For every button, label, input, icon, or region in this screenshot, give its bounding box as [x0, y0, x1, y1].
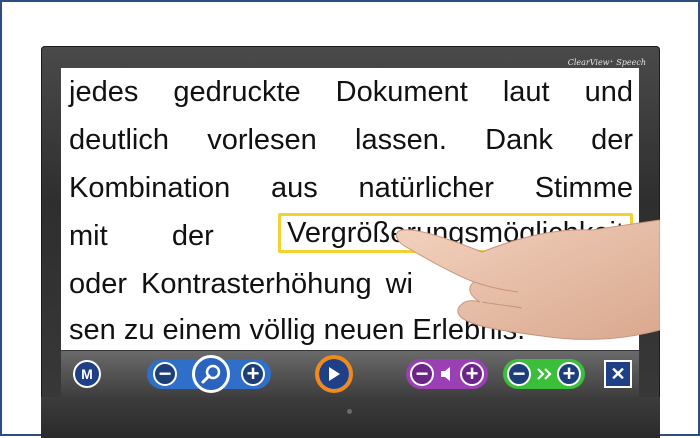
word: Kontrasterhöhung	[141, 268, 372, 300]
speaker-glyph	[441, 367, 450, 381]
word: der	[171, 220, 214, 252]
plus-icon: +	[562, 361, 576, 386]
zoom-in-button[interactable]: +	[241, 362, 265, 386]
plus-icon: +	[246, 361, 260, 386]
word: Stimme	[534, 172, 633, 204]
chevrons-icon	[537, 368, 552, 380]
page-frame: ClearView⁺ Speech jedes gedruckte Dokume…	[0, 0, 700, 438]
word: Dokument	[335, 76, 468, 108]
pointing-hand-image	[395, 219, 660, 340]
close-button[interactable]: ✕	[604, 360, 632, 388]
speaker-icon	[438, 364, 456, 384]
minus-icon: −	[415, 361, 429, 386]
play-inner	[319, 359, 349, 389]
text-line-3: Kombination aus natürlicher Stimme	[69, 168, 633, 208]
word: gedruckte	[173, 76, 301, 108]
word: deutlich	[69, 124, 169, 156]
volume-down-button[interactable]: −	[410, 362, 434, 386]
word: oder	[69, 268, 128, 300]
menu-button[interactable]: M	[73, 360, 101, 388]
control-toolbar: M − + − + − + ✕	[61, 351, 639, 397]
word: vorlesen	[207, 124, 317, 156]
zoom-out-button[interactable]: −	[153, 362, 177, 386]
speed-down-button[interactable]: −	[507, 362, 531, 386]
power-led	[347, 409, 352, 414]
minus-icon: −	[512, 361, 526, 386]
minus-icon: −	[158, 361, 172, 386]
text-line-2: deutlich vorlesen lassen. Dank der	[69, 120, 633, 160]
word: lassen.	[355, 124, 447, 156]
plus-icon: +	[465, 361, 479, 386]
word: natürlicher	[358, 172, 494, 204]
word: Kombination	[69, 172, 231, 204]
word: aus	[270, 172, 318, 204]
close-icon: ✕	[610, 363, 626, 384]
word: der	[591, 124, 633, 156]
word: laut	[502, 76, 550, 108]
volume-up-button[interactable]: +	[460, 362, 484, 386]
brand-label: ClearView⁺ Speech	[567, 58, 646, 67]
word: mit	[69, 220, 108, 252]
monitor-bezel-bottom	[41, 397, 660, 438]
menu-label: M	[81, 366, 93, 382]
word: und	[584, 76, 633, 108]
play-icon	[329, 367, 340, 381]
magnifier-button[interactable]	[192, 355, 230, 393]
text-line-1: jedes gedruckte Dokument laut und	[69, 72, 633, 112]
play-button[interactable]	[315, 355, 353, 393]
word: Dank	[485, 124, 553, 156]
speed-up-button[interactable]: +	[557, 362, 581, 386]
word: jedes	[69, 76, 139, 108]
fast-forward-icon	[535, 364, 555, 384]
magnifier-icon	[201, 364, 221, 384]
